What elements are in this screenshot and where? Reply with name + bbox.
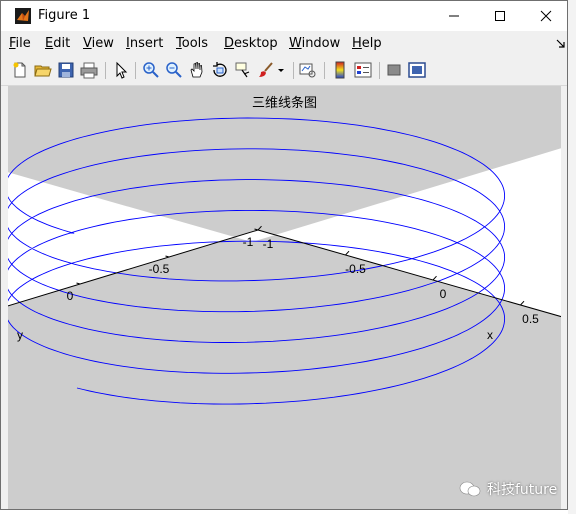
link-plot-icon[interactable] — [299, 61, 317, 79]
rotate-3d-icon[interactable] — [211, 61, 229, 79]
toolbar-separator — [293, 62, 294, 79]
minimize-icon — [449, 15, 459, 17]
axes-background — [8, 148, 561, 317]
y-tick-label: -0.5 — [149, 262, 170, 276]
y-tick-label: -1 — [243, 235, 254, 249]
menu-window[interactable]: Window — [289, 36, 340, 51]
toolbar-separator — [379, 62, 380, 79]
dock-figure-icon[interactable] — [556, 39, 566, 49]
menu-bar: File Edit View Insert Tools Desktop Wind… — [1, 33, 567, 55]
hide-plot-tools-icon[interactable] — [385, 61, 403, 79]
window-title: Figure 1 — [38, 8, 91, 23]
brush-dropdown-icon[interactable] — [277, 61, 285, 79]
x-tick-label: -0.5 — [345, 262, 366, 276]
brush-icon[interactable] — [257, 61, 275, 79]
toolbar-separator — [105, 62, 106, 79]
colorbar-icon[interactable] — [331, 61, 349, 79]
figure-toolbar — [1, 57, 567, 86]
plot-title: 三维线条图 — [251, 96, 317, 111]
edit-plot-arrow-icon[interactable] — [112, 61, 130, 79]
menu-desktop[interactable]: Desktop — [224, 36, 278, 51]
matlab-icon — [15, 8, 31, 24]
new-figure-icon[interactable] — [11, 61, 29, 79]
maximize-icon — [495, 11, 505, 21]
watermark-text: 科技future — [487, 482, 558, 498]
open-file-icon[interactable] — [34, 61, 52, 79]
show-plot-tools-icon[interactable] — [408, 61, 426, 79]
x-axis-label: x — [487, 328, 493, 342]
title-bar[interactable]: Figure 1 — [1, 1, 567, 31]
print-icon[interactable] — [80, 61, 98, 79]
y-tick-label: 0 — [67, 289, 74, 303]
pan-hand-icon[interactable] — [188, 61, 206, 79]
close-button[interactable] — [523, 1, 569, 31]
menu-edit[interactable]: Edit — [45, 36, 70, 51]
menu-tools[interactable]: Tools — [176, 36, 208, 51]
close-icon — [540, 10, 552, 22]
axes-3d[interactable]: -1-0.500.51-1-0.500.51010203040xyz — [8, 86, 561, 509]
toolbar-separator — [135, 62, 136, 79]
watermark: 科技future — [459, 479, 557, 499]
x-tick-label: -1 — [263, 237, 274, 251]
menu-help[interactable]: Help — [352, 36, 382, 51]
figure-window: Figure 1 File Edit View Insert Tools Des… — [0, 0, 568, 510]
y-tick — [254, 228, 259, 231]
save-icon[interactable] — [57, 61, 75, 79]
menu-view[interactable]: View — [83, 36, 114, 51]
menu-file[interactable]: File — [9, 36, 31, 51]
minimize-button[interactable] — [431, 1, 477, 31]
zoom-in-icon[interactable] — [142, 61, 160, 79]
x-tick-label: 0 — [440, 287, 447, 301]
zoom-out-icon[interactable] — [165, 61, 183, 79]
x-tick — [257, 225, 262, 231]
toolbar-separator — [324, 62, 325, 79]
data-cursor-icon[interactable] — [234, 61, 252, 79]
menu-insert[interactable]: Insert — [126, 36, 163, 51]
background-window-edge — [568, 0, 576, 514]
y-axis-label: y — [17, 328, 23, 342]
x-tick-label: 0.5 — [522, 312, 539, 326]
wechat-icon — [459, 481, 481, 497]
maximize-button[interactable] — [477, 1, 523, 31]
legend-icon[interactable] — [354, 61, 372, 79]
figure-canvas[interactable]: -1-0.500.51-1-0.500.51010203040xyz 三维线条图 — [8, 86, 561, 509]
